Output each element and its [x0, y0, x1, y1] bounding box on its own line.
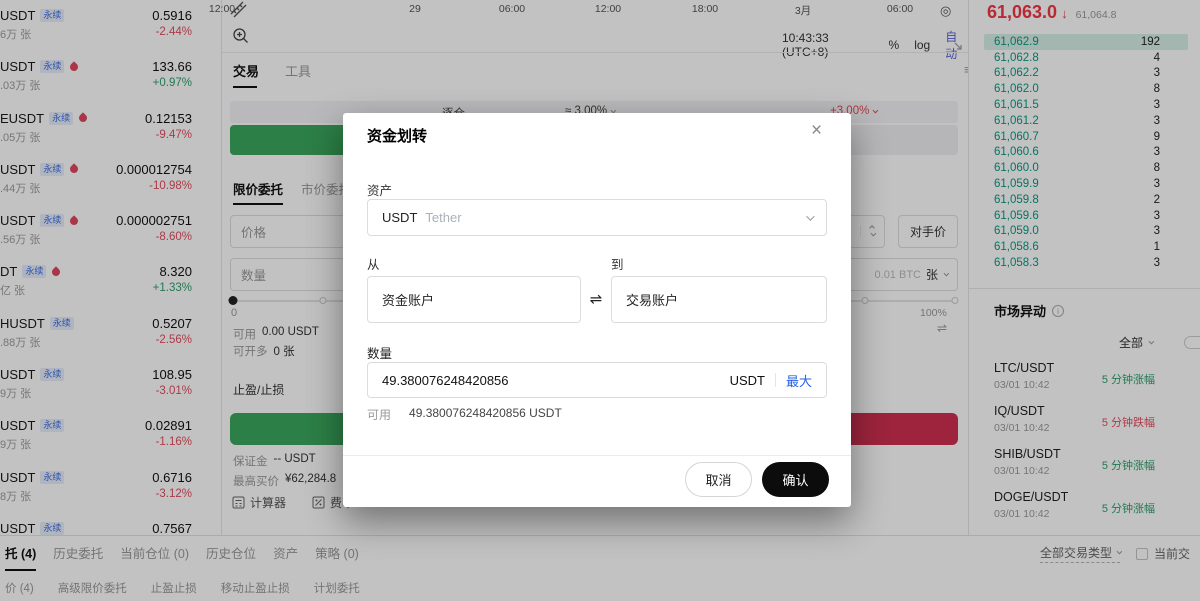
amount-label: 数量 [367, 343, 392, 362]
asset-select[interactable]: USDT Tether [367, 199, 827, 236]
fund-transfer-modal: 资金划转 × 资产 USDT Tether 从 到 资金账户 ⇌ 交易账户 数量… [343, 113, 851, 507]
divider [775, 373, 776, 387]
modal-title: 资金划转 [367, 125, 427, 146]
cancel-button[interactable]: 取消 [685, 462, 752, 497]
close-icon[interactable]: × [811, 120, 822, 142]
to-label: 到 [611, 254, 624, 273]
swap-accounts-icon[interactable]: ⇌ [586, 290, 606, 308]
divider [343, 455, 851, 456]
trading-app: USDT 永续 0.5916 6万 张 -2.44% USDT 永续 133.6… [0, 0, 1200, 601]
amount-input[interactable]: 49.380076248420856 USDT 最大 [367, 362, 827, 398]
amount-unit: USDT [730, 373, 765, 388]
asset-label: 资产 [367, 180, 392, 199]
chevron-down-icon [806, 212, 814, 220]
confirm-button[interactable]: 确认 [762, 462, 829, 497]
amount-value: 49.380076248420856 [382, 373, 509, 388]
asset-symbol: USDT [382, 210, 417, 225]
asset-fullname: Tether [425, 210, 461, 225]
max-button[interactable]: 最大 [786, 371, 812, 390]
from-label: 从 [367, 254, 380, 273]
from-account-select[interactable]: 资金账户 [367, 276, 581, 323]
available-balance-row: 可用 49.380076248420856 USDT [367, 406, 562, 423]
to-account-select[interactable]: 交易账户 [611, 276, 827, 323]
